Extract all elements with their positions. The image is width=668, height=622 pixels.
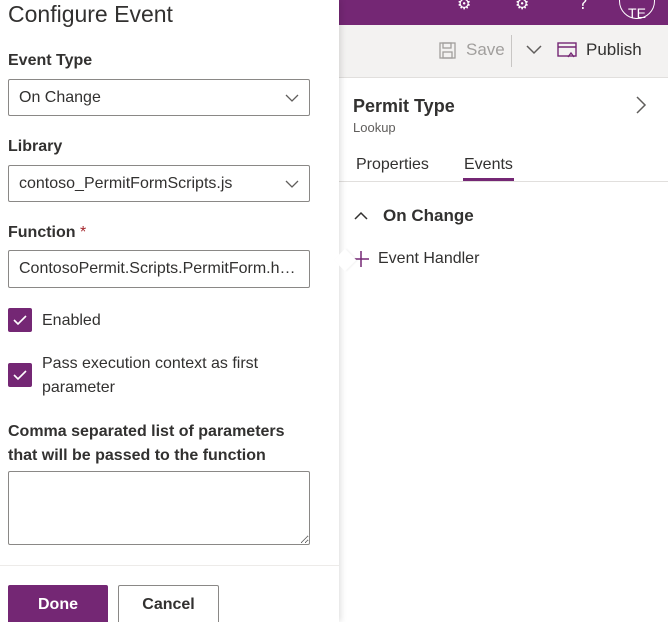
done-button[interactable]: Done — [8, 585, 108, 622]
add-handler-label: Event Handler — [378, 250, 480, 267]
chevron-down-icon[interactable] — [524, 39, 544, 59]
checkmark-icon — [13, 370, 27, 381]
field-title: Permit Type — [353, 96, 455, 116]
divider — [511, 35, 512, 67]
save-button[interactable]: Save — [439, 40, 505, 60]
event-type-label: Event Type — [8, 52, 93, 69]
parameters-label: Comma separated list of parameters that … — [8, 423, 285, 464]
required-marker: * — [80, 224, 87, 241]
publish-label: Publish — [586, 40, 642, 59]
event-type-dropdown[interactable]: On Change — [8, 79, 310, 116]
chevron-right-icon[interactable] — [631, 95, 651, 115]
save-icon — [439, 41, 456, 59]
help-icon[interactable]: ? — [579, 0, 588, 13]
panel-title: Configure Event — [8, 1, 173, 27]
active-tab-indicator — [463, 178, 514, 181]
function-input[interactable]: ContosoPermit.Scripts.PermitForm.handleO… — [8, 250, 310, 288]
configure-event-panel: Configure Event Event Type On Change Lib… — [0, 0, 339, 622]
tab-events[interactable]: Events — [464, 156, 513, 174]
pass-context-label: Pass execution context as first paramete… — [42, 355, 259, 396]
field-type: Lookup — [353, 120, 396, 135]
settings-gear-icon[interactable]: ⚙ — [515, 0, 529, 13]
chevron-up-icon — [354, 211, 368, 220]
command-bar: Save Publish — [339, 25, 668, 78]
properties-pane: Permit Type Lookup Properties Events On … — [339, 78, 668, 622]
parameters-textarea[interactable] — [8, 471, 310, 545]
on-change-section-header[interactable]: On Change — [353, 206, 474, 226]
enabled-checkbox-row[interactable]: Enabled — [8, 308, 101, 333]
divider — [0, 565, 339, 566]
section-title: On Change — [383, 206, 474, 225]
library-dropdown[interactable]: contoso_PermitFormScripts.js — [8, 165, 310, 202]
tab-properties[interactable]: Properties — [356, 156, 429, 174]
checkmark-icon — [13, 315, 27, 326]
tab-strip: Properties Events — [339, 154, 668, 182]
library-label: Library — [8, 138, 63, 155]
publish-icon — [557, 42, 577, 58]
pass-context-checkbox-row[interactable]: Pass execution context as first paramete… — [8, 352, 308, 400]
function-label-text: Function — [8, 224, 76, 241]
function-label: Function * — [8, 224, 86, 242]
save-label: Save — [466, 40, 505, 59]
publish-button[interactable]: Publish — [557, 40, 642, 60]
library-value: contoso_PermitFormScripts.js — [19, 175, 233, 192]
add-event-handler-button[interactable]: Event Handler — [353, 250, 479, 268]
enabled-checkbox[interactable] — [8, 308, 32, 332]
chevron-down-icon — [285, 180, 299, 188]
gear-icon[interactable]: ⚙ — [457, 0, 471, 13]
enabled-label: Enabled — [42, 312, 101, 329]
avatar[interactable]: TE — [619, 0, 655, 21]
pass-context-checkbox[interactable] — [8, 363, 32, 387]
cancel-button[interactable]: Cancel — [118, 585, 219, 622]
chevron-down-icon — [285, 94, 299, 102]
event-type-value: On Change — [19, 89, 101, 106]
